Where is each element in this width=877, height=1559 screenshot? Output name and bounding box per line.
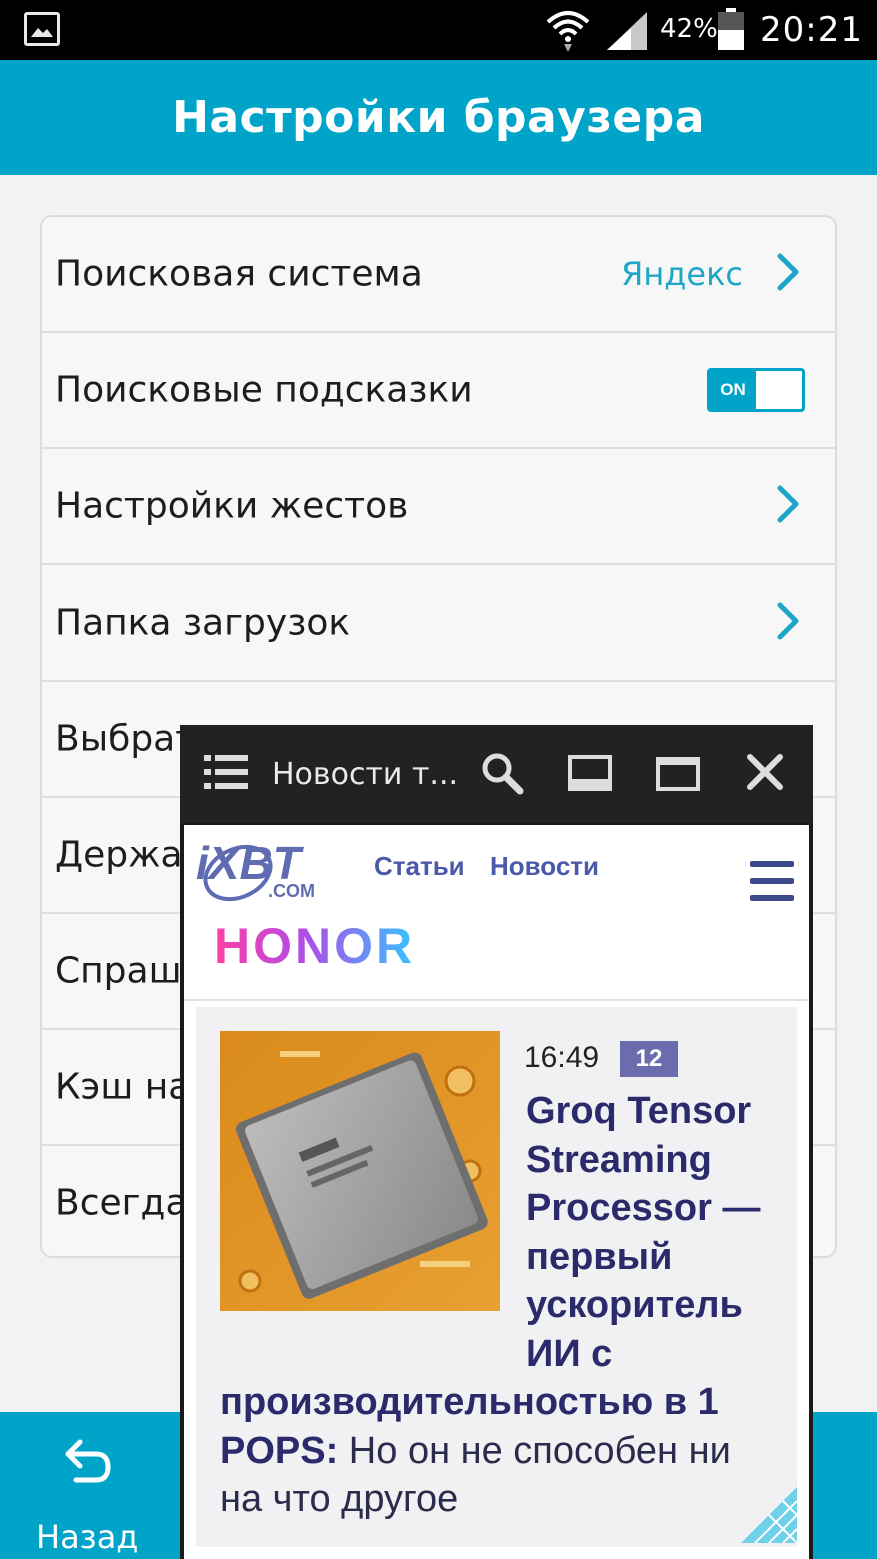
- honor-banner[interactable]: HONOR: [214, 917, 415, 975]
- list-menu-icon[interactable]: [204, 753, 248, 795]
- comment-count-badge[interactable]: 12: [620, 1041, 678, 1077]
- toggle-on-label: ON: [710, 371, 756, 409]
- battery-icon: [718, 8, 744, 50]
- site-header: iXBT .COM Статьи Новости HONOR: [184, 825, 809, 1001]
- nav-link-articles[interactable]: Статьи: [374, 851, 465, 882]
- chevron-right-icon: [775, 484, 801, 528]
- battery-percent: 42%: [660, 14, 718, 44]
- chevron-right-icon: [775, 601, 801, 645]
- floating-window-title: Новости т...: [272, 757, 459, 792]
- nav-link-news[interactable]: Новости: [490, 851, 599, 882]
- search-suggestions-toggle[interactable]: ON: [707, 368, 805, 412]
- app-header: Настройки браузера: [0, 60, 877, 175]
- back-label: Назад: [36, 1518, 139, 1556]
- setting-value: Яндекс: [621, 255, 743, 293]
- back-button[interactable]: Назад: [0, 1412, 180, 1559]
- setting-label: Кэш на: [55, 1066, 191, 1108]
- floating-browser-window: Новости т... iXBT .COM Статьи Новости HO…: [180, 725, 813, 1559]
- setting-label: Настройки жестов: [55, 485, 409, 527]
- chevron-right-icon: [775, 252, 801, 296]
- news-time: 16:49: [524, 1041, 600, 1074]
- gallery-icon: [24, 12, 60, 46]
- setting-label: Выбрат: [55, 718, 197, 760]
- status-bar: 42% 20:21: [0, 0, 877, 60]
- news-headline[interactable]: Groq Tensor Streaming Processor — первый…: [220, 1087, 780, 1524]
- wifi-icon: [545, 8, 591, 56]
- ixbt-logo[interactable]: iXBT .COM: [194, 833, 354, 909]
- back-arrow-icon: [62, 1438, 114, 1488]
- maximize-icon[interactable]: [656, 757, 700, 795]
- setting-search-engine[interactable]: Поисковая система Яндекс: [42, 217, 835, 333]
- setting-download-folder[interactable]: Папка загрузок: [42, 566, 835, 682]
- setting-label: Держа: [55, 834, 183, 876]
- webpage-content: iXBT .COM Статьи Новости HONOR 16:49 12 …: [184, 825, 809, 1559]
- news-card[interactable]: 16:49 12 Groq Tensor Streaming Processor…: [196, 1007, 798, 1547]
- clock: 20:21: [760, 10, 863, 50]
- close-icon[interactable]: [746, 753, 784, 795]
- page-title: Настройки браузера: [172, 92, 705, 143]
- setting-label: Поисковые подсказки: [55, 369, 473, 411]
- resize-handle-icon[interactable]: [741, 1487, 798, 1547]
- signal-icon: [605, 10, 649, 54]
- search-icon[interactable]: [480, 751, 524, 799]
- setting-label: Поисковая система: [55, 253, 423, 295]
- setting-label: Папка загрузок: [55, 602, 351, 644]
- setting-gestures[interactable]: Настройки жестов: [42, 449, 835, 565]
- setting-search-suggestions: Поисковые подсказки ON: [42, 333, 835, 449]
- hamburger-menu-icon[interactable]: [750, 861, 794, 905]
- svg-text:.COM: .COM: [268, 881, 315, 901]
- setting-label: Всегда: [55, 1182, 188, 1224]
- floating-window-titlebar[interactable]: Новости т...: [180, 725, 813, 823]
- minimize-icon[interactable]: [568, 755, 612, 795]
